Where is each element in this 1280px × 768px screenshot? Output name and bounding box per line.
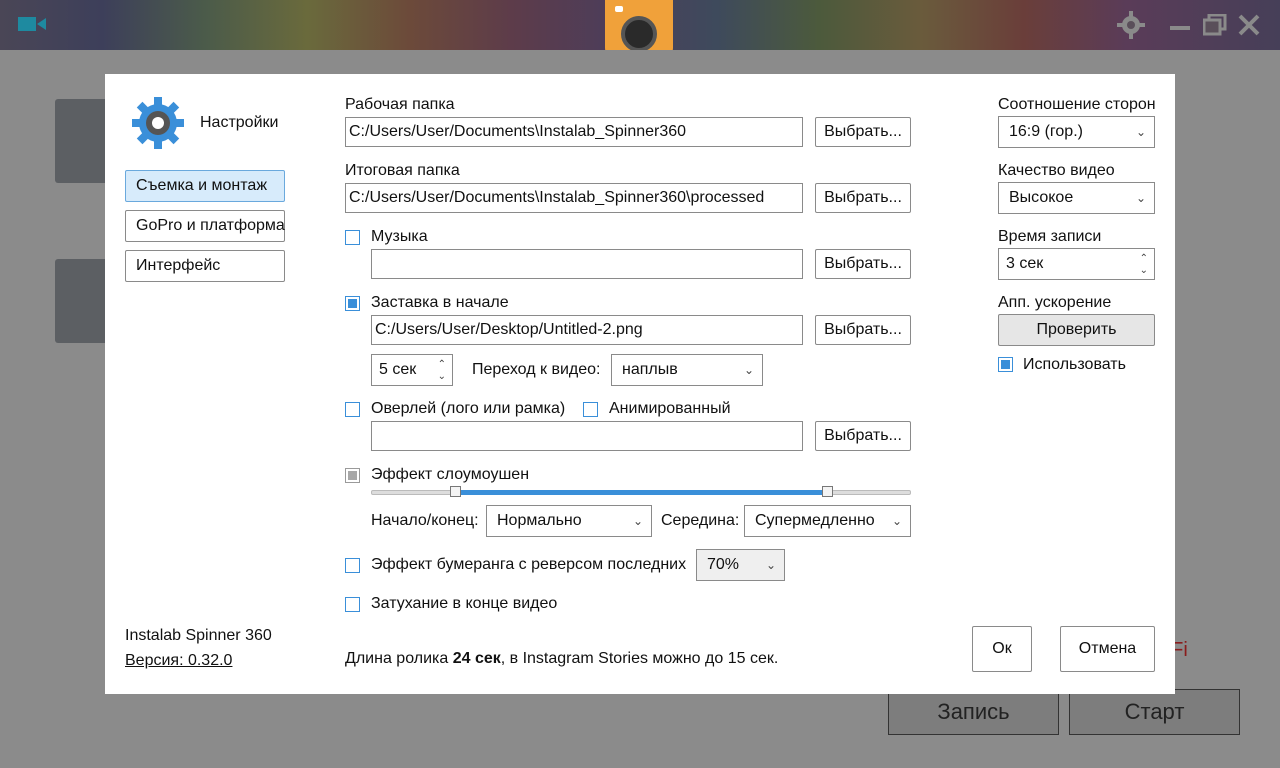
work-folder-field[interactable]: C:/Users/User/Documents\Instalab_Spinner… bbox=[345, 117, 803, 147]
chevron-down-icon[interactable]: ⌄ bbox=[1140, 266, 1148, 276]
aspect-ratio-label: Соотношение сторон bbox=[998, 96, 1156, 113]
transition-value: наплыв bbox=[622, 361, 678, 378]
aspect-ratio-value: 16:9 (гор.) bbox=[1009, 123, 1083, 140]
settings-dialog: Настройки Съемка и монтаж GoPro и платфо… bbox=[105, 74, 1175, 694]
start-button[interactable]: Старт bbox=[1069, 689, 1240, 735]
boomerang-percent-value: 70% bbox=[707, 556, 740, 573]
slowmo-range-slider[interactable] bbox=[371, 486, 911, 497]
work-folder-browse-button[interactable]: Выбрать... bbox=[815, 117, 911, 147]
app-name: Instalab Spinner 360 bbox=[125, 627, 272, 644]
nav-shooting-editing[interactable]: Съемка и монтаж bbox=[125, 170, 285, 202]
slowmo-start-handle[interactable] bbox=[449, 486, 461, 497]
slowmo-checkbox[interactable] bbox=[345, 468, 360, 483]
intro-file-field[interactable]: C:/Users/User/Desktop/Untitled-2.png bbox=[371, 315, 803, 345]
close-icon[interactable] bbox=[1238, 14, 1260, 36]
middle-select[interactable]: Супермедленно ⌄ bbox=[744, 505, 911, 537]
chevron-down-icon: ⌄ bbox=[743, 363, 754, 377]
hw-accel-label: Апп. ускорение bbox=[998, 294, 1112, 311]
chevron-down-icon: ⌄ bbox=[1135, 191, 1146, 205]
check-hw-accel-button[interactable]: Проверить bbox=[998, 314, 1155, 346]
gear-icon[interactable] bbox=[1117, 11, 1145, 39]
video-quality-value: Высокое bbox=[1009, 189, 1074, 206]
restore-icon[interactable] bbox=[1203, 14, 1227, 36]
transition-select[interactable]: наплыв ⌄ bbox=[611, 354, 763, 386]
overlay-browse-button[interactable]: Выбрать... bbox=[815, 421, 911, 451]
chevron-down-icon: ⌄ bbox=[765, 558, 776, 572]
boomerang-label: Эффект бумеранга с реверсом последних bbox=[371, 556, 687, 573]
video-camera-icon[interactable] bbox=[18, 15, 46, 33]
chevron-down-icon: ⌄ bbox=[891, 514, 902, 528]
chevron-down-icon: ⌄ bbox=[1135, 125, 1146, 139]
start-end-label: Начало/конец: bbox=[371, 512, 479, 529]
music-browse-button[interactable]: Выбрать... bbox=[815, 249, 911, 279]
app-titlebar bbox=[0, 0, 1280, 58]
start-end-select[interactable]: Нормально ⌄ bbox=[486, 505, 652, 537]
record-button[interactable]: Запись bbox=[888, 689, 1059, 735]
aspect-ratio-select[interactable]: 16:9 (гор.) ⌄ bbox=[998, 116, 1155, 148]
video-length-value: 24 сек bbox=[452, 650, 501, 667]
output-folder-field[interactable]: C:/Users/User/Documents\Instalab_Spinner… bbox=[345, 183, 803, 213]
ok-button[interactable]: Ок bbox=[972, 626, 1032, 672]
intro-browse-button[interactable]: Выбрать... bbox=[815, 315, 911, 345]
music-label: Музыка bbox=[371, 228, 428, 245]
animated-label: Анимированный bbox=[609, 400, 731, 417]
middle-label: Середина: bbox=[661, 512, 740, 529]
intro-checkbox[interactable] bbox=[345, 296, 360, 311]
fade-label: Затухание в конце видео bbox=[371, 595, 558, 612]
intro-duration-value: 5 сек bbox=[379, 361, 417, 378]
work-folder-label: Рабочая папка bbox=[345, 96, 455, 113]
record-time-value: 3 сек bbox=[1006, 255, 1044, 272]
version-link[interactable]: Версия: 0.32.0 bbox=[125, 651, 232, 671]
minimize-icon[interactable] bbox=[1170, 22, 1192, 32]
music-checkbox[interactable] bbox=[345, 230, 360, 245]
output-folder-browse-button[interactable]: Выбрать... bbox=[815, 183, 911, 213]
intro-label: Заставка в начале bbox=[371, 294, 509, 311]
video-quality-label: Качество видео bbox=[998, 162, 1115, 179]
chevron-down-icon[interactable]: ⌄ bbox=[438, 372, 446, 382]
use-hw-accel-label: Использовать bbox=[1023, 356, 1126, 373]
slowmo-label: Эффект слоумоушен bbox=[371, 466, 530, 483]
transition-label: Переход к видео: bbox=[472, 361, 601, 378]
chevron-up-icon[interactable]: ⌃ bbox=[438, 360, 446, 370]
record-time-label: Время записи bbox=[998, 228, 1102, 245]
nav-interface[interactable]: Интерфейс bbox=[125, 250, 285, 282]
start-end-value: Нормально bbox=[497, 512, 582, 529]
music-field[interactable] bbox=[371, 249, 803, 279]
overlay-checkbox[interactable] bbox=[345, 402, 360, 417]
chevron-down-icon: ⌄ bbox=[632, 514, 643, 528]
middle-value: Супермедленно bbox=[755, 512, 875, 529]
output-folder-label: Итоговая папка bbox=[345, 162, 460, 179]
video-length-info: Длина ролика 24 сек, в Instagram Stories… bbox=[345, 650, 779, 667]
video-quality-select[interactable]: Высокое ⌄ bbox=[998, 182, 1155, 214]
animated-checkbox[interactable] bbox=[583, 402, 598, 417]
intro-duration-spinner[interactable]: 5 сек ⌃ ⌄ bbox=[371, 354, 453, 386]
gear-icon bbox=[132, 97, 184, 149]
boomerang-checkbox[interactable] bbox=[345, 558, 360, 573]
nav-gopro-platform[interactable]: GoPro и платформа bbox=[125, 210, 285, 242]
boomerang-percent-select[interactable]: 70% ⌄ bbox=[696, 549, 785, 581]
slowmo-end-handle[interactable] bbox=[822, 486, 834, 497]
fade-checkbox[interactable] bbox=[345, 597, 360, 612]
record-time-spinner[interactable]: 3 сек ⌃ ⌄ bbox=[998, 248, 1155, 280]
slowmo-range-fill bbox=[455, 490, 829, 495]
use-hw-accel-checkbox[interactable] bbox=[998, 357, 1013, 372]
overlay-label: Оверлей (лого или рамка) bbox=[371, 400, 566, 417]
overlay-file-field[interactable] bbox=[371, 421, 803, 451]
chevron-up-icon[interactable]: ⌃ bbox=[1140, 254, 1148, 264]
cancel-button[interactable]: Отмена bbox=[1060, 626, 1155, 672]
dialog-title: Настройки bbox=[200, 114, 279, 131]
